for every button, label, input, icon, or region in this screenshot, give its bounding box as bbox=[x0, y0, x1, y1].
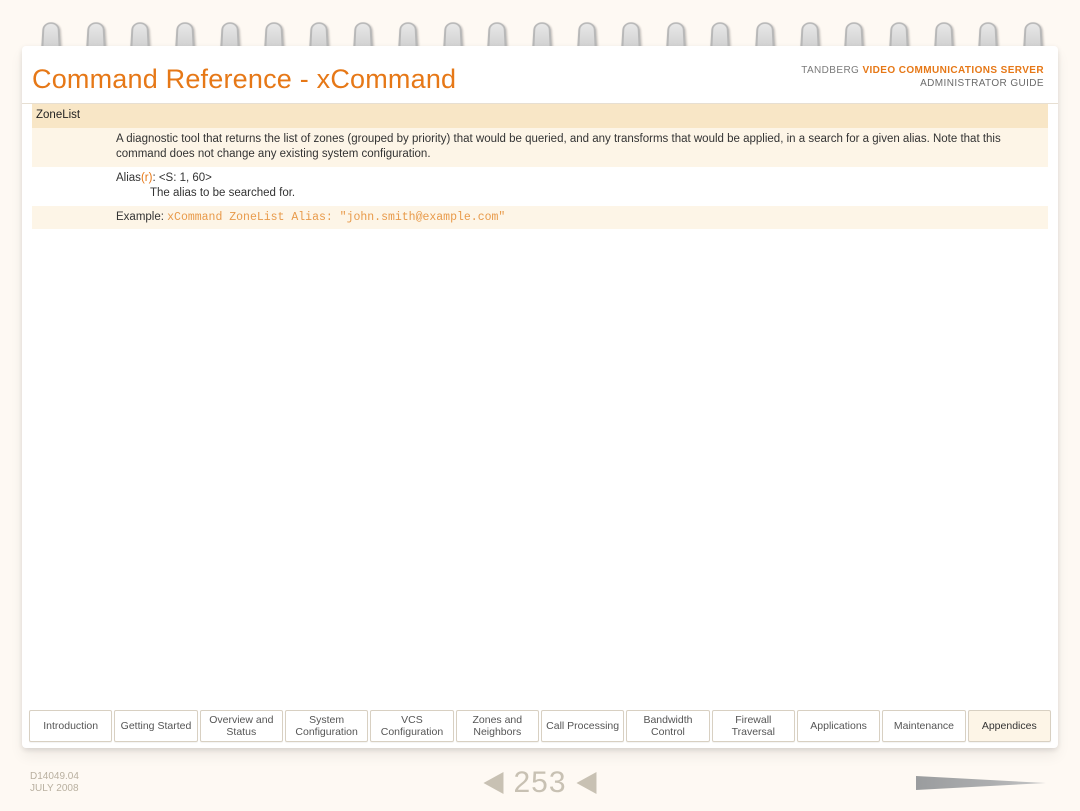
doc-subtitle: ADMINISTRATOR GUIDE bbox=[801, 77, 1044, 90]
tab-bandwidth-control[interactable]: Bandwidth Control bbox=[626, 710, 709, 742]
next-page-icon[interactable] bbox=[577, 772, 597, 794]
param-signature: : <S: 1, 60> bbox=[152, 172, 211, 184]
doc-date: JULY 2008 bbox=[30, 783, 79, 796]
brand-name: TANDBERG bbox=[801, 65, 859, 76]
tab-maintenance[interactable]: Maintenance bbox=[882, 710, 965, 742]
nav-tabs: Introduction Getting Started Overview an… bbox=[29, 710, 1051, 742]
footer-meta: D14049.04 JULY 2008 bbox=[30, 771, 79, 796]
header-meta: TANDBERG VIDEO COMMUNICATIONS SERVER ADM… bbox=[801, 64, 1044, 90]
tab-firewall-traversal[interactable]: Firewall Traversal bbox=[712, 710, 795, 742]
tab-applications[interactable]: Applications bbox=[797, 710, 880, 742]
tab-vcs-configuration[interactable]: VCS Configuration bbox=[370, 710, 453, 742]
page-header: Command Reference - xCommand TANDBERG VI… bbox=[22, 46, 1058, 104]
command-description-row: A diagnostic tool that returns the list … bbox=[32, 128, 1048, 167]
product-name: VIDEO COMMUNICATIONS SERVER bbox=[862, 65, 1044, 76]
command-name: ZoneList bbox=[32, 104, 116, 128]
logo-mark bbox=[916, 776, 1046, 790]
param-required-marker: (r) bbox=[141, 172, 153, 184]
param-label: Alias bbox=[116, 172, 141, 184]
command-description: A diagnostic tool that returns the list … bbox=[116, 128, 1048, 167]
command-title-row: ZoneList bbox=[32, 104, 1048, 128]
command-parameter-row: Alias(r): <S: 1, 60> The alias to be sea… bbox=[32, 167, 1048, 206]
page-footer: D14049.04 JULY 2008 253 bbox=[30, 763, 1050, 803]
example-label: Example: bbox=[116, 211, 164, 223]
page-number: 253 bbox=[513, 766, 566, 800]
prev-page-icon[interactable] bbox=[483, 772, 503, 794]
page-nav: 253 bbox=[483, 766, 596, 800]
tab-introduction[interactable]: Introduction bbox=[29, 710, 112, 742]
tab-overview-status[interactable]: Overview and Status bbox=[200, 710, 283, 742]
tab-zones-neighbors[interactable]: Zones and Neighbors bbox=[456, 710, 539, 742]
content-area: ZoneList A diagnostic tool that returns … bbox=[22, 104, 1058, 229]
doc-id: D14049.04 bbox=[30, 771, 79, 784]
tab-system-configuration[interactable]: System Configuration bbox=[285, 710, 368, 742]
command-example-row: Example: xCommand ZoneList Alias: "john.… bbox=[32, 206, 1048, 230]
example-code: xCommand ZoneList Alias: "john.smith@exa… bbox=[167, 211, 505, 224]
param-description: The alias to be searched for. bbox=[116, 186, 1042, 202]
page-title: Command Reference - xCommand bbox=[32, 64, 456, 95]
tab-appendices[interactable]: Appendices bbox=[968, 710, 1051, 742]
tab-call-processing[interactable]: Call Processing bbox=[541, 710, 624, 742]
tab-getting-started[interactable]: Getting Started bbox=[114, 710, 197, 742]
document-page: Command Reference - xCommand TANDBERG VI… bbox=[22, 46, 1058, 748]
